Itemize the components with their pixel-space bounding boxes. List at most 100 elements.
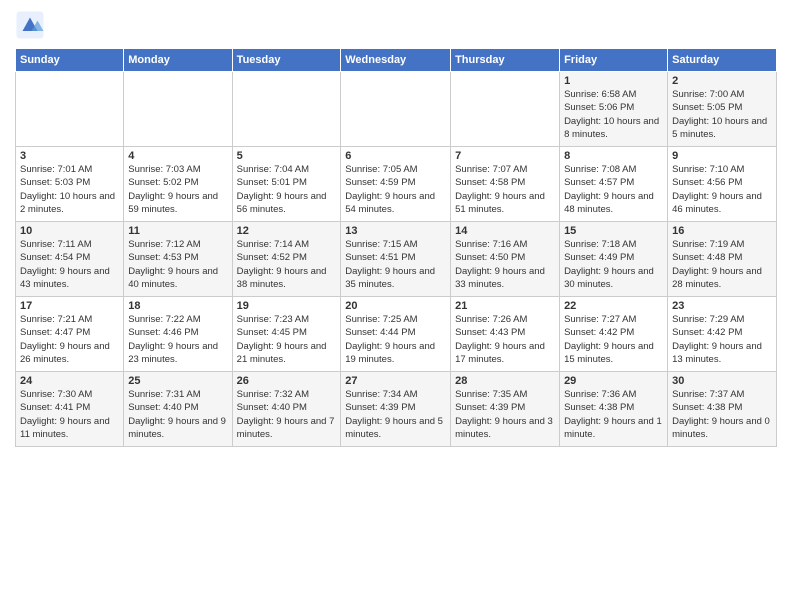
day-cell: 10Sunrise: 7:11 AM Sunset: 4:54 PM Dayli… (16, 222, 124, 297)
weekday-header-saturday: Saturday (668, 49, 777, 72)
day-number: 18 (128, 300, 227, 312)
week-row-4: 17Sunrise: 7:21 AM Sunset: 4:47 PM Dayli… (16, 297, 777, 372)
day-cell: 22Sunrise: 7:27 AM Sunset: 4:42 PM Dayli… (560, 297, 668, 372)
day-number: 2 (672, 75, 772, 87)
day-number: 11 (128, 225, 227, 237)
header (15, 10, 777, 40)
logo-icon (15, 10, 45, 40)
day-number: 8 (564, 150, 663, 162)
day-info: Sunrise: 7:15 AM Sunset: 4:51 PM Dayligh… (345, 238, 446, 291)
day-number: 13 (345, 225, 446, 237)
day-cell: 17Sunrise: 7:21 AM Sunset: 4:47 PM Dayli… (16, 297, 124, 372)
day-info: Sunrise: 7:36 AM Sunset: 4:38 PM Dayligh… (564, 388, 663, 441)
day-info: Sunrise: 7:31 AM Sunset: 4:40 PM Dayligh… (128, 388, 227, 441)
day-info: Sunrise: 6:58 AM Sunset: 5:06 PM Dayligh… (564, 88, 663, 141)
day-cell: 28Sunrise: 7:35 AM Sunset: 4:39 PM Dayli… (451, 372, 560, 447)
day-cell: 14Sunrise: 7:16 AM Sunset: 4:50 PM Dayli… (451, 222, 560, 297)
day-info: Sunrise: 7:21 AM Sunset: 4:47 PM Dayligh… (20, 313, 119, 366)
day-cell: 8Sunrise: 7:08 AM Sunset: 4:57 PM Daylig… (560, 147, 668, 222)
week-row-1: 1Sunrise: 6:58 AM Sunset: 5:06 PM Daylig… (16, 72, 777, 147)
day-cell: 24Sunrise: 7:30 AM Sunset: 4:41 PM Dayli… (16, 372, 124, 447)
weekday-header-monday: Monday (124, 49, 232, 72)
logo (15, 10, 49, 40)
day-number: 9 (672, 150, 772, 162)
day-info: Sunrise: 7:00 AM Sunset: 5:05 PM Dayligh… (672, 88, 772, 141)
day-info: Sunrise: 7:27 AM Sunset: 4:42 PM Dayligh… (564, 313, 663, 366)
day-info: Sunrise: 7:08 AM Sunset: 4:57 PM Dayligh… (564, 163, 663, 216)
day-number: 3 (20, 150, 119, 162)
day-number: 26 (237, 375, 337, 387)
day-cell: 12Sunrise: 7:14 AM Sunset: 4:52 PM Dayli… (232, 222, 341, 297)
day-info: Sunrise: 7:12 AM Sunset: 4:53 PM Dayligh… (128, 238, 227, 291)
weekday-header-tuesday: Tuesday (232, 49, 341, 72)
day-info: Sunrise: 7:34 AM Sunset: 4:39 PM Dayligh… (345, 388, 446, 441)
day-info: Sunrise: 7:19 AM Sunset: 4:48 PM Dayligh… (672, 238, 772, 291)
day-cell: 13Sunrise: 7:15 AM Sunset: 4:51 PM Dayli… (341, 222, 451, 297)
day-cell: 19Sunrise: 7:23 AM Sunset: 4:45 PM Dayli… (232, 297, 341, 372)
weekday-header-thursday: Thursday (451, 49, 560, 72)
day-cell: 5Sunrise: 7:04 AM Sunset: 5:01 PM Daylig… (232, 147, 341, 222)
weekday-header-wednesday: Wednesday (341, 49, 451, 72)
day-info: Sunrise: 7:14 AM Sunset: 4:52 PM Dayligh… (237, 238, 337, 291)
day-cell (341, 72, 451, 147)
week-row-5: 24Sunrise: 7:30 AM Sunset: 4:41 PM Dayli… (16, 372, 777, 447)
day-number: 1 (564, 75, 663, 87)
day-info: Sunrise: 7:04 AM Sunset: 5:01 PM Dayligh… (237, 163, 337, 216)
day-info: Sunrise: 7:03 AM Sunset: 5:02 PM Dayligh… (128, 163, 227, 216)
day-number: 19 (237, 300, 337, 312)
day-number: 20 (345, 300, 446, 312)
day-info: Sunrise: 7:11 AM Sunset: 4:54 PM Dayligh… (20, 238, 119, 291)
day-cell (124, 72, 232, 147)
day-cell: 1Sunrise: 6:58 AM Sunset: 5:06 PM Daylig… (560, 72, 668, 147)
day-cell: 4Sunrise: 7:03 AM Sunset: 5:02 PM Daylig… (124, 147, 232, 222)
calendar-table: SundayMondayTuesdayWednesdayThursdayFrid… (15, 48, 777, 447)
day-number: 4 (128, 150, 227, 162)
day-number: 30 (672, 375, 772, 387)
day-info: Sunrise: 7:05 AM Sunset: 4:59 PM Dayligh… (345, 163, 446, 216)
day-info: Sunrise: 7:30 AM Sunset: 4:41 PM Dayligh… (20, 388, 119, 441)
day-cell: 30Sunrise: 7:37 AM Sunset: 4:38 PM Dayli… (668, 372, 777, 447)
day-cell: 18Sunrise: 7:22 AM Sunset: 4:46 PM Dayli… (124, 297, 232, 372)
day-info: Sunrise: 7:07 AM Sunset: 4:58 PM Dayligh… (455, 163, 555, 216)
day-info: Sunrise: 7:32 AM Sunset: 4:40 PM Dayligh… (237, 388, 337, 441)
day-info: Sunrise: 7:22 AM Sunset: 4:46 PM Dayligh… (128, 313, 227, 366)
day-number: 6 (345, 150, 446, 162)
day-cell: 6Sunrise: 7:05 AM Sunset: 4:59 PM Daylig… (341, 147, 451, 222)
day-number: 16 (672, 225, 772, 237)
day-info: Sunrise: 7:01 AM Sunset: 5:03 PM Dayligh… (20, 163, 119, 216)
day-number: 12 (237, 225, 337, 237)
day-number: 5 (237, 150, 337, 162)
day-number: 15 (564, 225, 663, 237)
day-info: Sunrise: 7:23 AM Sunset: 4:45 PM Dayligh… (237, 313, 337, 366)
day-cell: 23Sunrise: 7:29 AM Sunset: 4:42 PM Dayli… (668, 297, 777, 372)
day-number: 29 (564, 375, 663, 387)
day-cell: 9Sunrise: 7:10 AM Sunset: 4:56 PM Daylig… (668, 147, 777, 222)
day-cell: 3Sunrise: 7:01 AM Sunset: 5:03 PM Daylig… (16, 147, 124, 222)
day-info: Sunrise: 7:10 AM Sunset: 4:56 PM Dayligh… (672, 163, 772, 216)
day-info: Sunrise: 7:16 AM Sunset: 4:50 PM Dayligh… (455, 238, 555, 291)
day-cell: 11Sunrise: 7:12 AM Sunset: 4:53 PM Dayli… (124, 222, 232, 297)
day-cell (451, 72, 560, 147)
day-cell: 16Sunrise: 7:19 AM Sunset: 4:48 PM Dayli… (668, 222, 777, 297)
day-cell (16, 72, 124, 147)
day-info: Sunrise: 7:35 AM Sunset: 4:39 PM Dayligh… (455, 388, 555, 441)
day-cell: 29Sunrise: 7:36 AM Sunset: 4:38 PM Dayli… (560, 372, 668, 447)
day-number: 24 (20, 375, 119, 387)
day-cell: 25Sunrise: 7:31 AM Sunset: 4:40 PM Dayli… (124, 372, 232, 447)
page-container: SundayMondayTuesdayWednesdayThursdayFrid… (0, 0, 792, 452)
weekday-header-friday: Friday (560, 49, 668, 72)
day-info: Sunrise: 7:25 AM Sunset: 4:44 PM Dayligh… (345, 313, 446, 366)
day-cell: 7Sunrise: 7:07 AM Sunset: 4:58 PM Daylig… (451, 147, 560, 222)
day-info: Sunrise: 7:29 AM Sunset: 4:42 PM Dayligh… (672, 313, 772, 366)
day-number: 21 (455, 300, 555, 312)
day-cell: 27Sunrise: 7:34 AM Sunset: 4:39 PM Dayli… (341, 372, 451, 447)
day-info: Sunrise: 7:18 AM Sunset: 4:49 PM Dayligh… (564, 238, 663, 291)
day-cell: 26Sunrise: 7:32 AM Sunset: 4:40 PM Dayli… (232, 372, 341, 447)
day-info: Sunrise: 7:37 AM Sunset: 4:38 PM Dayligh… (672, 388, 772, 441)
day-number: 27 (345, 375, 446, 387)
day-cell: 2Sunrise: 7:00 AM Sunset: 5:05 PM Daylig… (668, 72, 777, 147)
day-cell: 21Sunrise: 7:26 AM Sunset: 4:43 PM Dayli… (451, 297, 560, 372)
day-number: 22 (564, 300, 663, 312)
day-info: Sunrise: 7:26 AM Sunset: 4:43 PM Dayligh… (455, 313, 555, 366)
day-number: 17 (20, 300, 119, 312)
